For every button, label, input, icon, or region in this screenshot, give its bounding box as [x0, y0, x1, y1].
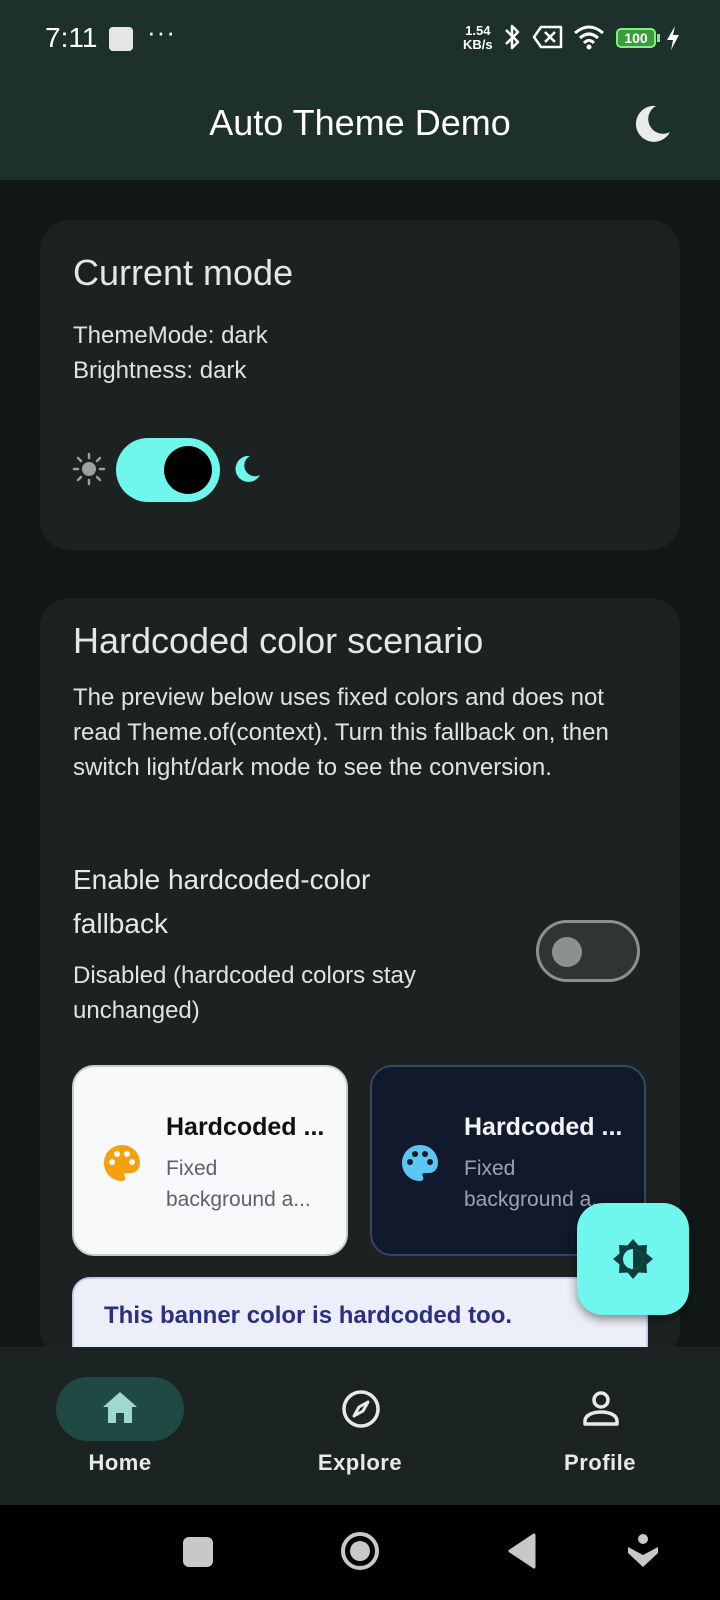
- home-icon: [103, 1392, 137, 1423]
- nav-label-home: Home: [88, 1450, 152, 1475]
- wifi-icon: [574, 25, 604, 50]
- moon-icon: [635, 105, 670, 142]
- switch-thumb: [552, 937, 582, 967]
- nav-item-explore[interactable]: Explore: [240, 1347, 480, 1505]
- charging-icon: [667, 26, 679, 50]
- nav-label-explore: Explore: [317, 1450, 403, 1475]
- battery-level: 100: [624, 30, 648, 46]
- network-speed: 1.54 KB/s: [463, 24, 493, 52]
- sun-icon: [72, 452, 106, 486]
- preview-subtitle-line1: Fixed: [464, 1157, 516, 1180]
- palette-icon: [402, 1145, 438, 1181]
- more-notifications-icon: ···: [147, 17, 176, 47]
- theme-toggle-button[interactable]: [630, 102, 674, 146]
- home-button[interactable]: [340, 1531, 380, 1571]
- nav-item-profile[interactable]: Profile: [480, 1347, 720, 1505]
- hardcoded-description: The preview below uses fixed colors and …: [73, 684, 609, 781]
- preview-title: Hardcoded ...: [464, 1113, 623, 1141]
- person-icon: [583, 1391, 619, 1426]
- fallback-toggle-title-line2: fallback: [73, 908, 168, 939]
- theme-mode-text: ThemeMode: dark: [73, 322, 268, 349]
- nav-label-profile: Profile: [564, 1450, 636, 1475]
- current-mode-card: Current mode ThemeMode: dark Brightness:…: [40, 220, 680, 550]
- preview-subtitle-line2: background a...: [166, 1188, 311, 1211]
- fallback-toggle-subtitle-line2: unchanged): [73, 997, 200, 1024]
- system-navigation-bar: [0, 1505, 720, 1600]
- light-preview-card: Hardcoded ... Fixed background a...: [72, 1065, 348, 1256]
- page-title: Auto Theme Demo: [209, 102, 511, 143]
- fallback-toggle-subtitle-line1: Disabled (hardcoded colors stay: [73, 962, 416, 989]
- back-button[interactable]: [506, 1533, 536, 1569]
- preview-subtitle-line1: Fixed: [166, 1157, 218, 1180]
- switch-thumb: [164, 446, 212, 494]
- preview-subtitle: Fixed background a...: [166, 1153, 328, 1215]
- bottom-navigation: Home Explore Profile: [0, 1347, 720, 1505]
- theme-mode-switch[interactable]: [116, 438, 220, 502]
- bluetooth-icon: [505, 24, 520, 50]
- status-time: 7:11: [45, 22, 98, 53]
- no-sim-icon: [532, 25, 563, 49]
- speed-unit: KB/s: [463, 37, 493, 52]
- compass-icon: [342, 1390, 380, 1428]
- brightness-text: Brightness: dark: [73, 357, 247, 384]
- banner-text: This banner color is hardcoded too.: [104, 1302, 513, 1329]
- battery-tip: [657, 34, 660, 42]
- assistant-button[interactable]: [626, 1533, 660, 1569]
- brightness-fab[interactable]: [577, 1203, 689, 1315]
- palette-icon: [104, 1145, 140, 1181]
- battery-icon: 100: [616, 28, 656, 48]
- notification-square-icon: [109, 27, 133, 51]
- nav-item-home[interactable]: Home: [0, 1347, 240, 1505]
- speed-value: 1.54: [465, 23, 491, 38]
- brightness-icon: [613, 1239, 653, 1279]
- status-bar: 7:11 ··· 1.54 KB/s 100: [0, 0, 720, 78]
- hardcoded-title: Hardcoded color scenario: [73, 620, 484, 661]
- recents-button[interactable]: [183, 1537, 213, 1567]
- fallback-switch[interactable]: [536, 920, 640, 982]
- preview-title: Hardcoded ...: [166, 1113, 325, 1141]
- fallback-toggle-title-line1: Enable hardcoded-color: [73, 864, 371, 895]
- current-mode-title: Current mode: [73, 252, 294, 293]
- moon-icon: [235, 455, 260, 482]
- app-bar: Auto Theme Demo: [0, 78, 720, 180]
